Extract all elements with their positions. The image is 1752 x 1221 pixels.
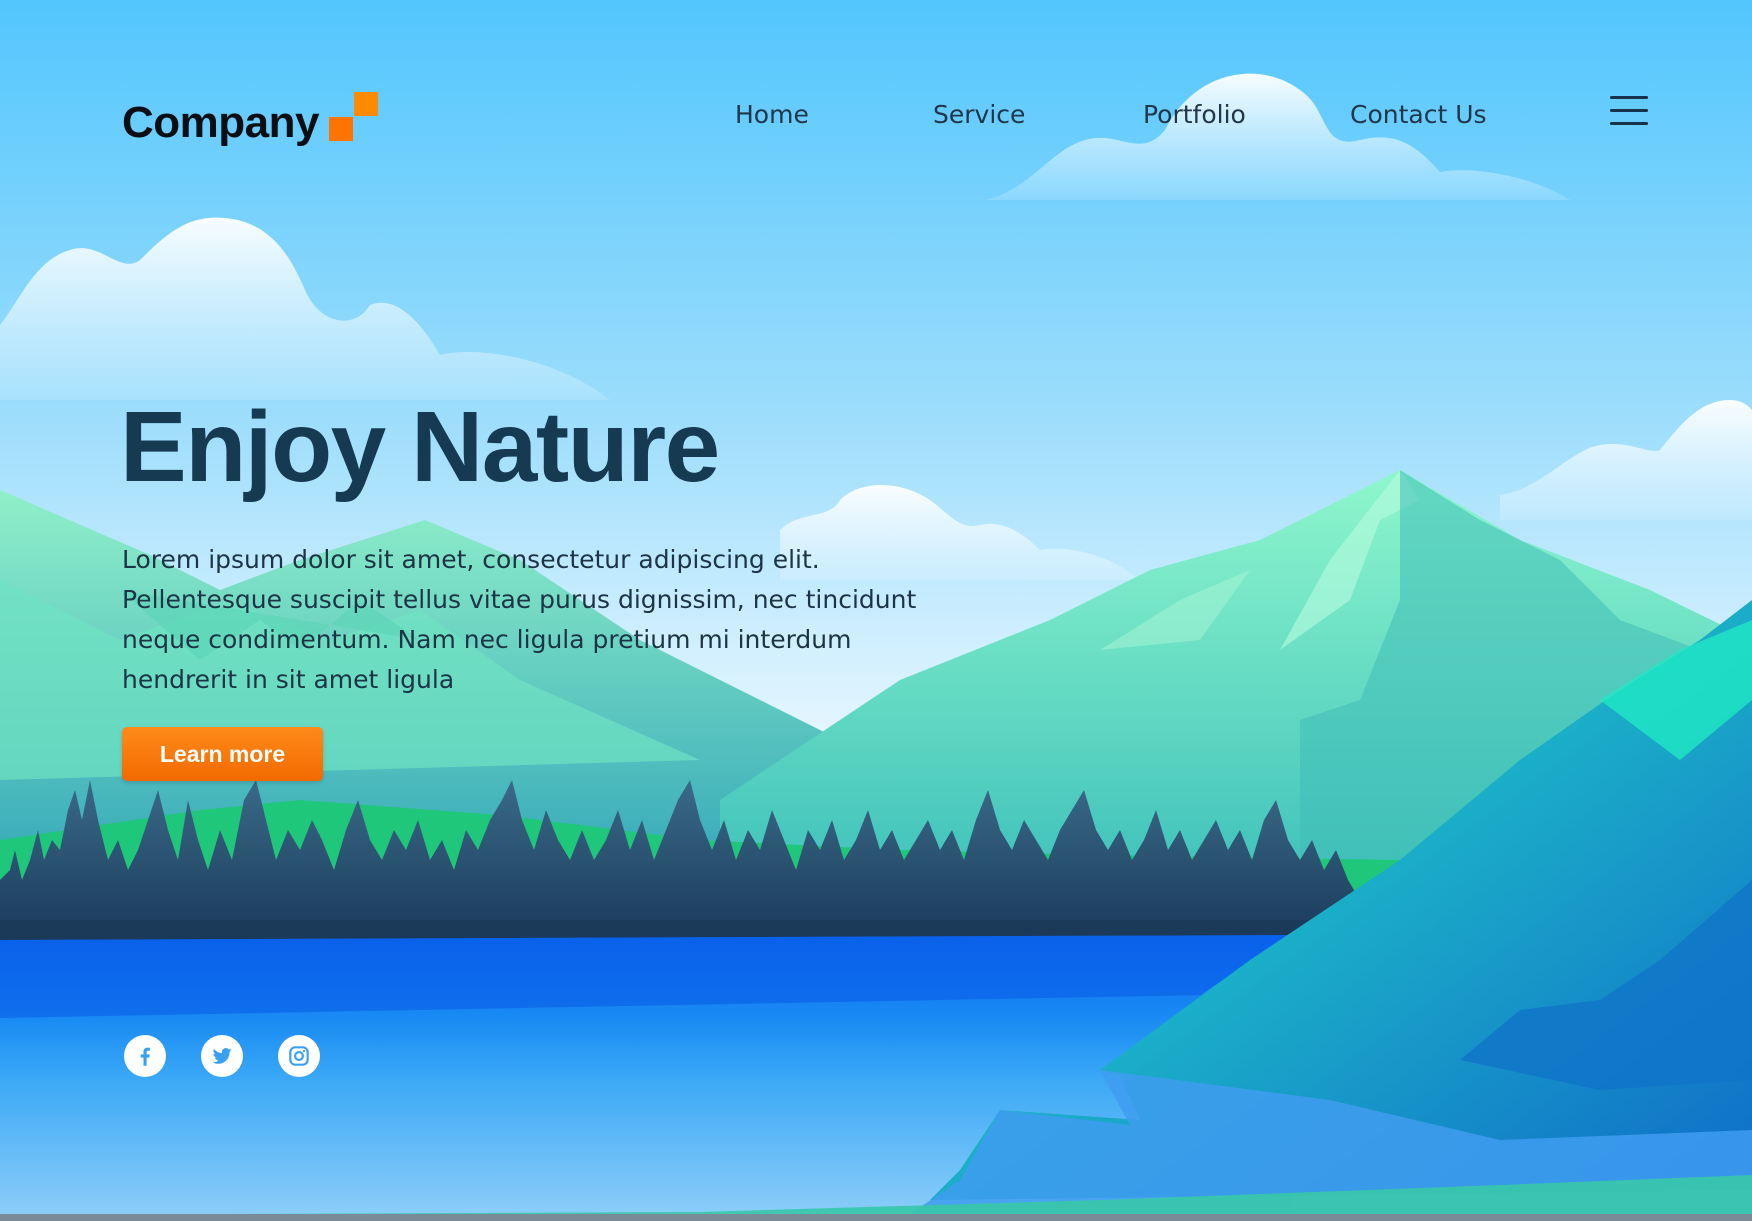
nav-link-contact-us[interactable]: Contact Us — [1350, 100, 1487, 129]
nav-link-home[interactable]: Home — [735, 100, 809, 129]
hero-title: Enjoy Nature — [120, 391, 720, 503]
bottom-edge — [0, 1214, 1752, 1221]
nav-link-portfolio[interactable]: Portfolio — [1143, 100, 1246, 129]
learn-more-button[interactable]: Learn more — [122, 727, 323, 781]
nav-link-service[interactable]: Service — [933, 100, 1025, 129]
instagram-icon[interactable] — [278, 1035, 320, 1077]
facebook-icon[interactable] — [124, 1035, 166, 1077]
hero-paragraph: Lorem ipsum dolor sit amet, consectetur … — [122, 545, 917, 694]
twitter-icon[interactable] — [201, 1035, 243, 1077]
main-nav: Home Service Portfolio Contact Us — [0, 100, 1752, 134]
hamburger-menu-icon[interactable] — [1610, 94, 1648, 128]
